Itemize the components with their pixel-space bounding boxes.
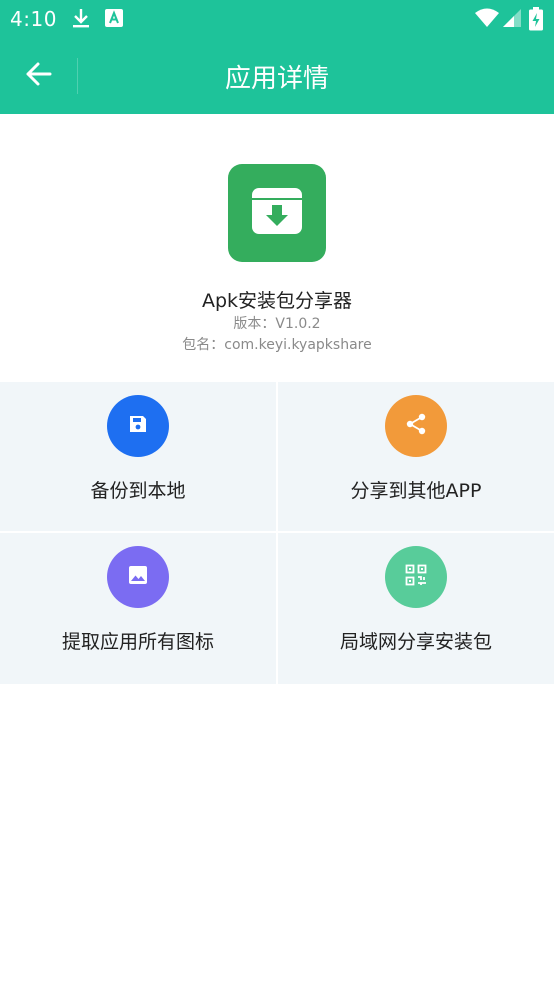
a-badge-icon	[103, 7, 125, 29]
extract-icon-circle	[107, 546, 169, 608]
archive-download-icon	[250, 186, 304, 240]
share-icon-circle	[385, 395, 447, 457]
lan-share-icon-circle	[385, 546, 447, 608]
extract-icons-label: 提取应用所有图标	[61, 631, 214, 653]
app-bar: 应用详情	[0, 38, 554, 114]
backup-icon-circle	[107, 395, 169, 457]
app-name: Apk安装包分享器	[201, 290, 353, 312]
backup-to-local-button[interactable]: 备份到本地	[0, 382, 276, 531]
status-bar: 4:10	[0, 0, 554, 38]
lan-share-label: 局域网分享安装包	[339, 631, 492, 653]
share-to-other-app-button[interactable]: 分享到其他APP	[278, 382, 554, 531]
page-title: 应用详情	[224, 64, 329, 94]
qr-code-icon	[405, 564, 427, 590]
backup-to-local-label: 备份到本地	[90, 480, 186, 502]
wifi-icon	[474, 7, 500, 29]
status-time: 4:10	[10, 7, 57, 31]
app-info-section: Apk安装包分享器 版本：V1.0.2 包名：com.keyi.kyapksha…	[0, 114, 554, 382]
action-grid: 备份到本地 分享到其他APP 提取应用所有图标 局域网分享安装包	[0, 382, 554, 684]
save-icon	[128, 414, 148, 438]
share-to-other-app-label: 分享到其他APP	[350, 480, 482, 502]
image-icon	[128, 565, 148, 589]
battery-charging-icon	[528, 7, 544, 31]
download-icon	[70, 7, 92, 29]
share-icon	[404, 412, 428, 440]
app-package-name: 包名：com.keyi.kyapkshare	[182, 337, 372, 353]
app-version: 版本：V1.0.2	[233, 316, 321, 332]
app-icon	[228, 164, 326, 262]
cellular-signal-icon	[502, 7, 524, 29]
lan-share-button[interactable]: 局域网分享安装包	[278, 533, 554, 684]
extract-icons-button[interactable]: 提取应用所有图标	[0, 533, 276, 684]
